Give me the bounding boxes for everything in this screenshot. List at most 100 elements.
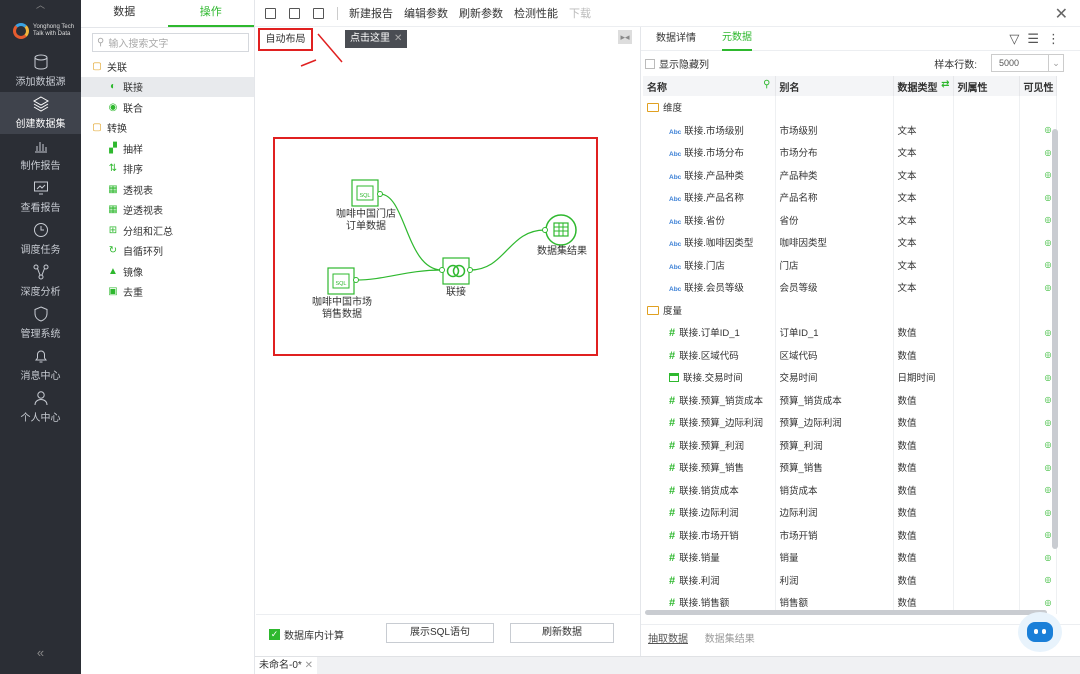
eye-icon[interactable]: ◎ bbox=[1045, 553, 1052, 562]
attr-cell[interactable] bbox=[953, 321, 1020, 344]
table-row[interactable]: Abc 联接.省份 省份 文本 ◎ bbox=[643, 208, 1057, 231]
nav-up-icon[interactable]: ︿ bbox=[0, 0, 81, 12]
new-icon[interactable] bbox=[265, 7, 276, 19]
visible-cell[interactable]: ◎ bbox=[1019, 186, 1057, 209]
table-row[interactable]: Abc 联接.会员等级 会员等级 文本 ◎ bbox=[643, 276, 1057, 299]
table-row[interactable]: Abc 联接.门店 门店 文本 ◎ bbox=[643, 253, 1057, 276]
visible-cell[interactable]: ◎ bbox=[1019, 231, 1057, 254]
table-row[interactable]: # 联接.预算_利润 预算_利润 数值 ◎ bbox=[643, 433, 1057, 456]
visible-cell[interactable]: ◎ bbox=[1019, 523, 1057, 546]
eye-icon[interactable]: ◎ bbox=[1045, 148, 1052, 157]
eye-icon[interactable]: ◎ bbox=[1045, 598, 1052, 607]
search-input[interactable]: ⚲ 输入搜索文字 bbox=[92, 33, 249, 52]
attr-cell[interactable] bbox=[953, 276, 1020, 299]
nav-item-shield[interactable]: 管理系统 bbox=[0, 302, 81, 344]
attr-cell[interactable] bbox=[953, 568, 1020, 591]
show-hidden-checkbox[interactable] bbox=[645, 58, 655, 69]
alias-cell[interactable]: 边际利润 bbox=[775, 501, 894, 524]
alias-cell[interactable]: 预算_利润 bbox=[775, 433, 894, 456]
alias-cell[interactable]: 预算_销售 bbox=[775, 456, 894, 479]
tree-item[interactable]: ◉ 联合 bbox=[81, 97, 254, 118]
alias-cell[interactable]: 咖啡因类型 bbox=[775, 231, 894, 254]
attr-cell[interactable] bbox=[953, 411, 1020, 434]
tree-item[interactable]: ⊞ 分组和汇总 bbox=[81, 220, 254, 241]
alias-cell[interactable]: 市场分布 bbox=[775, 141, 894, 164]
eye-icon[interactable]: ◎ bbox=[1045, 215, 1052, 224]
visible-cell[interactable]: ◎ bbox=[1019, 433, 1057, 456]
save-icon[interactable] bbox=[289, 7, 300, 19]
tree-group[interactable]: ▢ 关联 bbox=[81, 56, 254, 77]
alias-cell[interactable]: 产品种类 bbox=[775, 163, 894, 186]
nav-item-bell[interactable]: 消息中心 bbox=[0, 344, 81, 386]
visible-cell[interactable]: ◎ bbox=[1019, 478, 1057, 501]
tree-item[interactable]: ⇅ 排序 bbox=[81, 159, 254, 180]
table-row[interactable]: # 联接.利润 利润 数值 ◎ bbox=[643, 568, 1057, 591]
collapse-nav-icon[interactable]: « bbox=[0, 645, 81, 660]
eye-icon[interactable]: ◎ bbox=[1045, 373, 1052, 382]
alias-cell[interactable]: 市场开销 bbox=[775, 523, 894, 546]
alias-cell[interactable]: 销货成本 bbox=[775, 478, 894, 501]
eye-icon[interactable]: ◎ bbox=[1045, 283, 1052, 292]
visible-cell[interactable]: ◎ bbox=[1019, 366, 1057, 389]
table-row[interactable]: # 联接.边际利润 边际利润 数值 ◎ bbox=[643, 501, 1057, 524]
visible-cell[interactable]: ◎ bbox=[1019, 411, 1057, 434]
tree-item[interactable]: ▦ 透视表 bbox=[81, 179, 254, 200]
alias-cell[interactable]: 交易时间 bbox=[775, 366, 894, 389]
table-row[interactable]: # 联接.销量 销量 数值 ◎ bbox=[643, 546, 1057, 569]
table-row[interactable]: Abc 联接.咖啡因类型 咖啡因类型 文本 ◎ bbox=[643, 231, 1057, 254]
alias-cell[interactable]: 利润 bbox=[775, 568, 894, 591]
folder-row[interactable]: 维度 bbox=[643, 96, 1057, 119]
visible-cell[interactable]: ◎ bbox=[1019, 343, 1057, 366]
table-row[interactable]: 联接.交易时间 交易时间 日期时间 ◎ bbox=[643, 366, 1057, 389]
horizontal-scrollbar[interactable] bbox=[645, 610, 1047, 615]
nav-item-user[interactable]: 个人中心 bbox=[0, 386, 81, 428]
tree-item[interactable]: ▞ 抽样 bbox=[81, 138, 254, 159]
tree-item[interactable]: ↻ 自循环列 bbox=[81, 241, 254, 262]
tab-metadata[interactable]: 元数据 bbox=[722, 27, 752, 51]
dataset-result-link[interactable]: 数据集结果 bbox=[705, 634, 755, 645]
nav-item-monitor-chart[interactable]: 查看报告 bbox=[0, 176, 81, 218]
attr-cell[interactable] bbox=[953, 433, 1020, 456]
visible-cell[interactable]: ◎ bbox=[1019, 546, 1057, 569]
attr-cell[interactable] bbox=[953, 186, 1020, 209]
attr-cell[interactable] bbox=[953, 388, 1020, 411]
table-row[interactable]: # 联接.订单ID_1 订单ID_1 数值 ◎ bbox=[643, 321, 1057, 344]
download-button[interactable]: 下载 bbox=[569, 5, 591, 21]
attr-cell[interactable] bbox=[953, 208, 1020, 231]
tab-data-detail[interactable]: 数据详情 bbox=[656, 28, 696, 50]
tab-data[interactable]: 数据 bbox=[81, 0, 168, 27]
visible-cell[interactable]: ◎ bbox=[1019, 456, 1057, 479]
table-row[interactable]: Abc 联接.产品名称 产品名称 文本 ◎ bbox=[643, 186, 1057, 209]
list-icon[interactable]: ☰ bbox=[1027, 31, 1047, 46]
tree-item[interactable]: ◐ 联接 bbox=[81, 76, 254, 97]
alias-cell[interactable]: 省份 bbox=[775, 208, 894, 231]
attr-cell[interactable] bbox=[953, 343, 1020, 366]
tree-group[interactable]: ▢ 转换 bbox=[81, 118, 254, 139]
visible-cell[interactable]: ◎ bbox=[1019, 141, 1057, 164]
visible-cell[interactable]: ◎ bbox=[1019, 118, 1057, 141]
attr-cell[interactable] bbox=[953, 456, 1020, 479]
alias-cell[interactable]: 产品名称 bbox=[775, 186, 894, 209]
refresh-params-button[interactable]: 刷新参数 bbox=[459, 5, 503, 21]
tree-item[interactable]: ▲ 镜像 bbox=[81, 261, 254, 282]
alias-cell[interactable]: 市场级别 bbox=[775, 118, 894, 141]
visible-cell[interactable]: ◎ bbox=[1019, 163, 1057, 186]
collapse-panel-icon[interactable]: ▸◂ bbox=[618, 30, 632, 44]
nav-item-layers[interactable]: 创建数据集 bbox=[0, 92, 81, 134]
visible-cell[interactable]: ◎ bbox=[1019, 501, 1057, 524]
folder-row[interactable]: 度量 bbox=[643, 298, 1057, 321]
eye-icon[interactable]: ◎ bbox=[1045, 530, 1052, 539]
attr-cell[interactable] bbox=[953, 253, 1020, 276]
eye-icon[interactable]: ◎ bbox=[1045, 238, 1052, 247]
nav-item-bar-chart[interactable]: 制作报告 bbox=[0, 134, 81, 176]
nav-item-clock[interactable]: 调度任务 bbox=[0, 218, 81, 260]
close-icon[interactable]: ✕ bbox=[1055, 4, 1068, 24]
attr-cell[interactable] bbox=[953, 163, 1020, 186]
eye-icon[interactable]: ◎ bbox=[1045, 418, 1052, 427]
vertical-scrollbar[interactable] bbox=[1052, 129, 1058, 549]
extract-data-link[interactable]: 抽取数据 bbox=[648, 634, 688, 645]
edit-params-button[interactable]: 编辑参数 bbox=[404, 5, 448, 21]
col-name-header[interactable]: 名称 ⚲ bbox=[643, 76, 776, 96]
alias-cell[interactable]: 预算_销货成本 bbox=[775, 388, 894, 411]
alias-cell[interactable]: 门店 bbox=[775, 253, 894, 276]
